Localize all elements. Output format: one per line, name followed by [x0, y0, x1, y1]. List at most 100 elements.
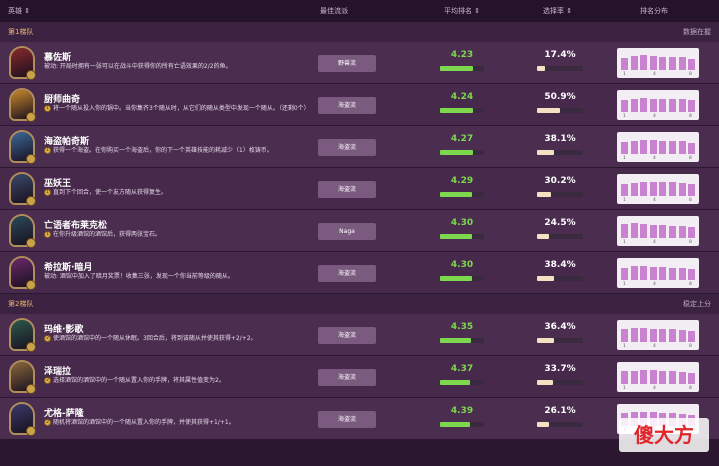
col-avg-place-header[interactable]: 平均排名 ⇕	[444, 6, 480, 16]
dist-tick: 4	[653, 282, 656, 287]
avg-placement-value: 4.37	[450, 364, 474, 374]
dist-bar	[640, 328, 648, 342]
avg-placement-bar	[440, 422, 484, 427]
dist-tick: 1	[623, 240, 626, 245]
dist-tick: 8	[689, 72, 692, 77]
pick-rate-bar	[537, 380, 583, 385]
coin-cost-icon: 1	[44, 147, 51, 154]
dist-bar	[678, 372, 686, 384]
table-header: 英雄 ⇕ 最佳流派 平均排名 ⇕ 选择率 ⇕ 排名分布	[0, 0, 719, 22]
dist-bar	[659, 267, 667, 280]
watermark-logo: 傻大方	[619, 418, 709, 452]
armor-badge-icon	[26, 384, 36, 394]
dist-bar	[640, 182, 648, 196]
placement-distribution-chart: 1 4 8	[617, 320, 699, 350]
hero-row[interactable]: 海盗帕奇斯 1 获得一个海盗。在你购买一个海盗后，你的下一个英雄技能的耗减少（1）枚…	[0, 126, 719, 168]
hero-power-text: 获得一个海盗。在你购买一个海盗后，你的下一个英雄技能的耗减少（1）枚铸币。	[53, 147, 273, 154]
dist-tick: 4	[653, 156, 656, 161]
hero-description: 被动: 酒馆中加入了暗月奖票！收集三张，发现一个你当前等级的随从。	[44, 273, 314, 281]
placement-distribution-chart: 1 4 8	[617, 216, 699, 246]
hero-description: 2 选择酒馆的酒馆中的一个随从置入你的手牌，将其属性值变为2。	[44, 377, 314, 385]
hero-description: 1 获得一个海盗。在你购买一个海盗后，你的下一个英雄技能的耗减少（1）枚铸币。	[44, 147, 314, 155]
synergy-tag: 野兽流	[318, 55, 376, 72]
dist-bar	[621, 58, 628, 70]
hero-name: 厨师曲奇	[44, 95, 81, 105]
dist-tick: 1	[623, 72, 626, 77]
dist-bar	[640, 55, 648, 70]
armor-badge-icon	[26, 154, 36, 164]
dist-bar	[688, 269, 696, 280]
armor-badge-icon	[26, 426, 36, 436]
hero-row[interactable]: 巫妖王 1 直到下个回合，使一个友方随从获得复生。 海盗流 4.29 30.2% 1 4 8	[0, 168, 719, 210]
tier-label: 稳定上分	[683, 300, 711, 308]
dist-bar	[678, 268, 686, 280]
avg-placement-value: 4.29	[450, 176, 474, 186]
dist-bar	[649, 225, 657, 238]
dist-bar	[669, 268, 676, 280]
hero-description: 被动: 开局时拥有一张可以在战斗中获得你的所有亡语效果的2/2的鱼。	[44, 63, 314, 71]
hero-description: 2 使酒馆的酒馆中的一个随从休眠。3回合后，将到该随从并使其获得+2/+2。	[44, 335, 314, 343]
dist-tick: 1	[623, 156, 626, 161]
dist-bar	[640, 140, 648, 154]
dist-tick: 8	[689, 344, 692, 349]
dist-bar	[678, 99, 686, 112]
dist-bar	[621, 142, 628, 154]
dist-tick: 4	[653, 386, 656, 391]
dist-bar	[659, 141, 667, 154]
pick-rate-value: 26.1%	[544, 406, 576, 416]
placement-distribution-chart: 1 4 8	[617, 90, 699, 120]
hero-name: 亡语者布莱克松	[44, 221, 108, 231]
dist-bar	[640, 224, 648, 238]
dist-bar	[669, 141, 676, 154]
dist-bar	[669, 226, 676, 238]
col-pick-rate-header[interactable]: 选择率 ⇕	[543, 6, 572, 16]
hero-row[interactable]: 慕佐斯 被动: 开局时拥有一张可以在战斗中获得你的所有亡语效果的2/2的鱼。 野兽流…	[0, 42, 719, 84]
pick-rate-value: 24.5%	[544, 218, 576, 228]
armor-badge-icon	[26, 112, 36, 122]
dist-bar	[659, 371, 667, 384]
dist-bar	[621, 184, 628, 196]
placement-distribution-chart: 1 4 8	[617, 362, 699, 392]
avg-placement-value: 4.24	[450, 92, 474, 102]
dist-tick: 1	[623, 198, 626, 203]
avg-placement-value: 4.23	[450, 50, 474, 60]
hero-row[interactable]: 泽瑞拉 2 选择酒馆的酒馆中的一个随从置入你的手牌，将其属性值变为2。 海盗流 4.37…	[0, 356, 719, 398]
dist-bar	[649, 56, 657, 70]
synergy-tag: 海盗流	[318, 265, 376, 282]
dist-bar	[678, 57, 686, 70]
dist-bar	[688, 184, 696, 196]
placement-distribution-chart: 1 4 8	[617, 132, 699, 162]
dist-tick: 1	[623, 282, 626, 287]
col-hero-header[interactable]: 英雄 ⇕	[8, 6, 30, 16]
hero-power-text: 随机将酒馆的酒馆中的一个随从置入你的手牌，并使其获得+1/+1。	[53, 419, 235, 426]
dist-bar	[649, 370, 657, 384]
dist-bar	[640, 266, 648, 280]
dist-bar	[630, 183, 638, 196]
tier-name: 第1梯队	[8, 28, 34, 36]
hero-row[interactable]: 希拉斯·暗月 被动: 酒馆中加入了暗月奖票！收集三张，发现一个你当前等级的随从。 海…	[0, 252, 719, 294]
pick-rate-bar	[537, 108, 583, 113]
hero-row[interactable]: 厨师曲奇 1 将一个随从投入你的锅中。当你集齐3个随从时，从它们的随从类型中发现一个…	[0, 84, 719, 126]
dist-bar	[621, 100, 628, 112]
dist-tick: 4	[653, 114, 656, 119]
tier-name: 第2梯队	[8, 300, 34, 308]
hero-row[interactable]: 亡语者布莱克松 1 在你升级酒馆的酒馆后，获得两张宝石。 Naga 4.30 24.5% 1…	[0, 210, 719, 252]
placement-distribution-chart: 1 4 8	[617, 174, 699, 204]
dist-bar	[659, 99, 667, 112]
hero-row[interactable]: 玛维·影歌 2 使酒馆的酒馆中的一个随从休眠。3回合后，将到该随从并使其获得+2/+…	[0, 314, 719, 356]
dist-bar	[640, 370, 648, 384]
armor-badge-icon	[26, 238, 36, 248]
avg-placement-value: 4.35	[450, 322, 474, 332]
dist-bar	[649, 182, 657, 196]
dist-bar	[678, 330, 686, 342]
dist-tick: 8	[689, 114, 692, 119]
hero-row[interactable]: 尤格-萨隆 2 随机将酒馆的酒馆中的一个随从置入你的手牌，并使其获得+1/+1。 海盗…	[0, 398, 719, 440]
pick-rate-value: 30.2%	[544, 176, 576, 186]
dist-tick: 8	[689, 240, 692, 245]
dist-bar	[630, 266, 638, 280]
dist-bar	[630, 371, 638, 384]
synergy-tag: 海盗流	[318, 327, 376, 344]
dist-tick: 8	[689, 198, 692, 203]
dist-bar	[688, 59, 696, 70]
synergy-tag: 海盗流	[318, 411, 376, 428]
